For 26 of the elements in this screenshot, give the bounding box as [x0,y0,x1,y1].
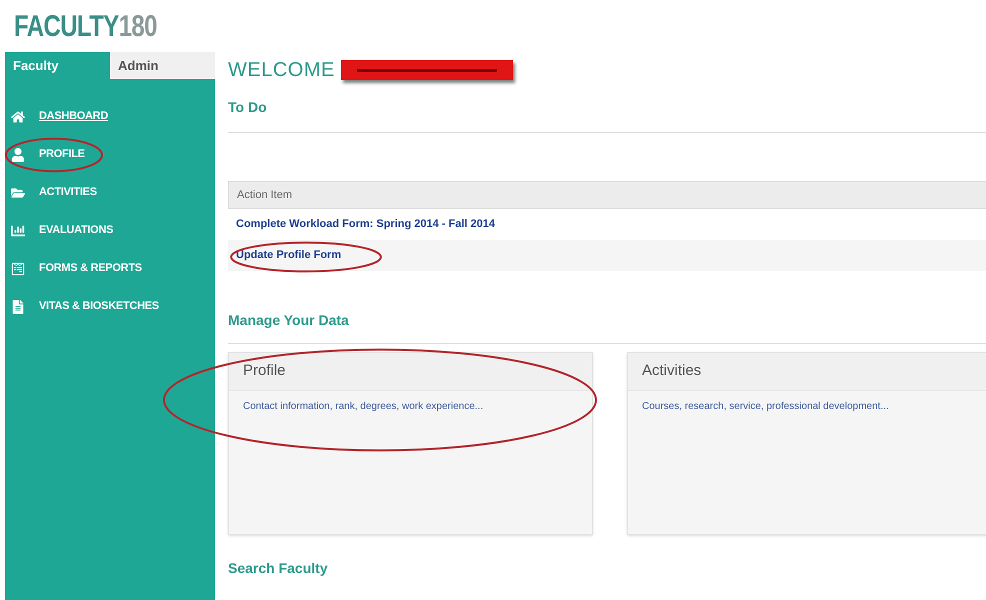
user-icon [11,148,25,162]
bar-chart-icon [11,224,25,238]
card-title: Profile [243,361,286,382]
nav-link[interactable]: FORMS & REPORTS [39,260,142,277]
action-link[interactable]: Complete Workload Form: Spring 2014 - Fall 2014 [236,216,495,233]
form-icon [11,262,25,276]
data-card[interactable]: Activities Courses, research, service, professional development... [627,352,986,535]
nav-link[interactable]: VITAS & BIOSKETCHES [39,298,159,315]
card-description: Courses, research, service, professional development... [641,400,890,414]
card-description: Contact information, rank, degrees, work experience... [242,400,484,414]
nav-link[interactable]: ACTIVITIES [39,184,97,201]
section-title: Search Faculty [228,560,328,576]
logo: FACULTY180 [14,8,157,44]
home-icon [11,110,25,124]
nav-link[interactable]: EVALUATIONS [39,222,114,239]
sidebar-tab[interactable]: Admin [110,52,215,79]
welcome-heading: WELCOME [228,58,335,83]
sidebar-tab[interactable]: Faculty [5,52,110,79]
card-title: Activities [642,361,702,382]
table-header: Action Item [228,181,986,209]
section-title: Manage Your Data [228,312,349,328]
nav-link[interactable]: DASHBOARD [39,108,108,125]
section-title: To Do [228,99,267,115]
data-card[interactable]: Profile Contact information, rank, degrees, work experience... [228,352,593,535]
document-icon [11,300,25,314]
folder-icon [11,186,25,200]
